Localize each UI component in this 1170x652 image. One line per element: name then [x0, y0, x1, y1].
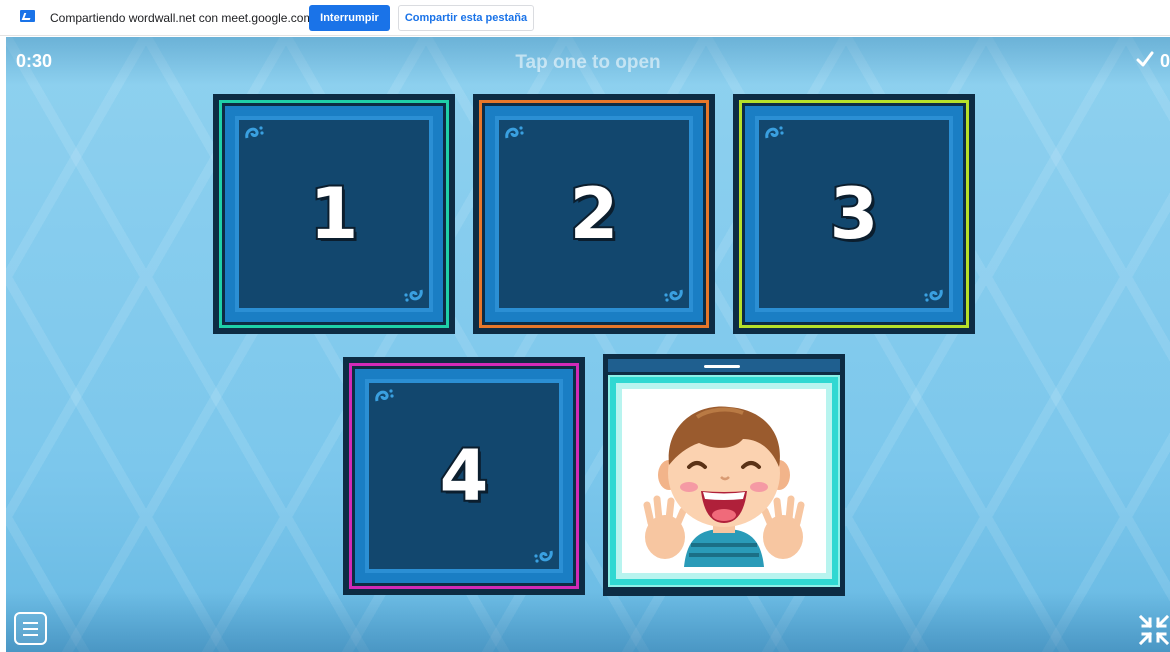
opened-card-image: [616, 383, 832, 579]
game-stage: 0:30 Tap one to open 0 1 2 3 4: [6, 37, 1170, 652]
score-value: 0: [1159, 51, 1170, 71]
tile-number: 2: [568, 171, 621, 257]
swirl-ornament-icon: [245, 126, 264, 139]
tile-4[interactable]: 4: [343, 357, 585, 595]
tile-3[interactable]: 3: [733, 94, 975, 334]
menu-icon: [23, 622, 38, 624]
stop-sharing-button[interactable]: Interrumpir: [309, 5, 390, 31]
tile-number: 1: [308, 171, 361, 257]
check-icon: [1136, 51, 1154, 67]
swirl-ornament-icon: [534, 550, 553, 563]
opened-card-header: [608, 359, 840, 375]
laughing-boy-illustration: [643, 406, 805, 567]
swirl-ornament-icon: [924, 289, 943, 302]
instruction-text: Tap one to open: [515, 52, 661, 73]
tile-1[interactable]: 1: [213, 94, 455, 334]
swirl-ornament-icon: [375, 389, 394, 402]
screen-share-icon: [20, 10, 35, 22]
swirl-ornament-icon: [664, 289, 683, 302]
tile-2[interactable]: 2: [473, 94, 715, 334]
score-counter: 0: [1136, 51, 1170, 72]
tile-number: 3: [828, 171, 881, 257]
share-this-tab-button[interactable]: Compartir esta pestaña: [398, 5, 534, 31]
swirl-ornament-icon: [404, 289, 423, 302]
exit-fullscreen-icon[interactable]: [1138, 614, 1170, 646]
tile-number: 4: [438, 433, 491, 519]
screen-share-bar: Compartiendo wordwall.net con meet.googl…: [0, 0, 1170, 36]
swirl-ornament-icon: [765, 126, 784, 139]
share-status-text: Compartiendo wordwall.net con meet.googl…: [50, 11, 314, 25]
menu-button[interactable]: [14, 612, 47, 645]
swirl-ornament-icon: [505, 126, 524, 139]
opened-card[interactable]: [603, 354, 845, 596]
